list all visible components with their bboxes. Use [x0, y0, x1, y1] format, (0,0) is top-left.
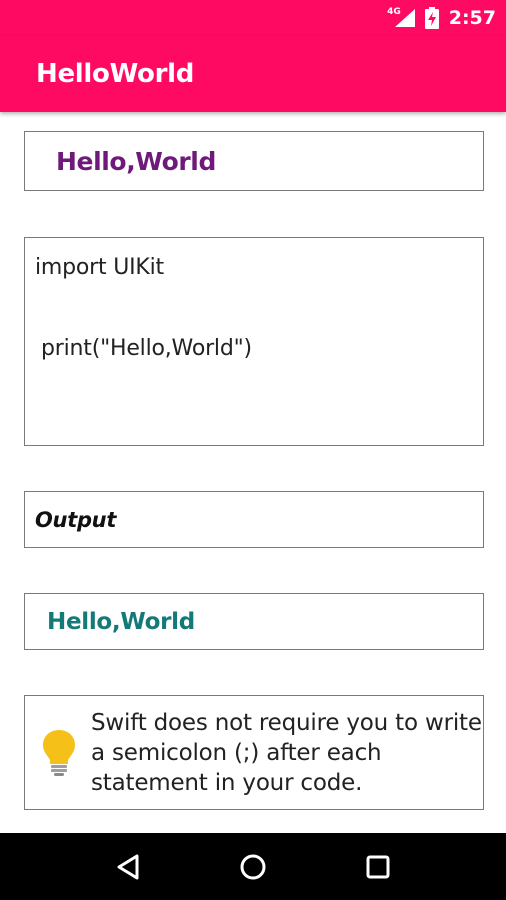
back-icon [117, 854, 139, 879]
back-button[interactable] [108, 847, 148, 887]
output-label-box: Output [24, 491, 484, 548]
home-button[interactable] [233, 847, 273, 887]
code-line-2: print("Hello,World") [41, 336, 252, 361]
home-icon [240, 854, 266, 879]
app-bar: HelloWorld [0, 36, 506, 112]
navigation-bar [0, 833, 506, 900]
signal-icon [394, 9, 415, 27]
code-box: import UIKit print("Hello,World") [24, 237, 484, 446]
code-line-1: import UIKit [35, 255, 164, 280]
output-label: Output [35, 507, 117, 532]
recents-icon [366, 855, 390, 878]
clock: 2:57 [448, 7, 496, 29]
network-indicator: 4G [387, 7, 415, 27]
recents-button[interactable] [358, 847, 398, 887]
app-title: HelloWorld [36, 59, 195, 89]
output-value: Hello,World [47, 608, 195, 635]
lesson-title: Hello,World [56, 146, 216, 176]
battery-charging-icon [424, 7, 439, 29]
output-result-box: Hello,World [24, 593, 484, 650]
tip-box: Swift does not require you to write a se… [24, 695, 484, 810]
status-bar: 4G 2:57 [0, 0, 506, 36]
lightbulb-icon [43, 729, 75, 776]
tip-text: Swift does not require you to write a se… [91, 709, 482, 796]
title-box: Hello,World [24, 131, 484, 191]
